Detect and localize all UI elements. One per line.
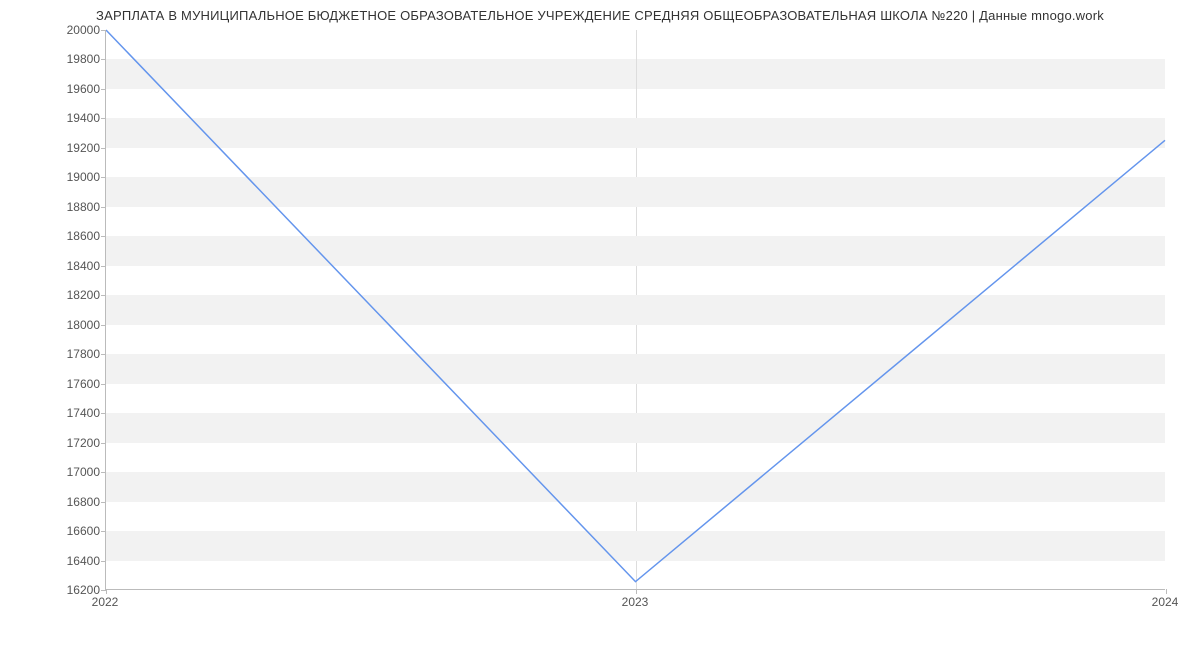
x-tick-label: 2024 (1152, 595, 1179, 609)
data-line (106, 30, 1165, 582)
y-tick (101, 266, 106, 267)
x-tick-label: 2022 (92, 595, 119, 609)
y-tick (101, 531, 106, 532)
y-tick-label: 19200 (40, 141, 100, 155)
y-tick-label: 20000 (40, 23, 100, 37)
y-tick-label: 17800 (40, 347, 100, 361)
x-tick (1166, 589, 1167, 594)
y-tick-label: 16600 (40, 524, 100, 538)
y-tick (101, 89, 106, 90)
y-tick-label: 18600 (40, 229, 100, 243)
y-tick-label: 18000 (40, 318, 100, 332)
line-series (106, 30, 1165, 589)
x-tick (106, 589, 107, 594)
x-tick-label: 2023 (622, 595, 649, 609)
y-tick-label: 16400 (40, 554, 100, 568)
y-tick-label: 18800 (40, 200, 100, 214)
y-tick (101, 295, 106, 296)
y-tick (101, 236, 106, 237)
y-tick-label: 19400 (40, 111, 100, 125)
y-tick-label: 17400 (40, 406, 100, 420)
y-tick-label: 16800 (40, 495, 100, 509)
y-tick (101, 59, 106, 60)
x-tick (636, 589, 637, 594)
y-tick-label: 19800 (40, 52, 100, 66)
y-tick (101, 413, 106, 414)
y-tick-label: 18200 (40, 288, 100, 302)
y-tick (101, 561, 106, 562)
y-tick (101, 30, 106, 31)
y-tick (101, 148, 106, 149)
y-tick (101, 207, 106, 208)
y-tick (101, 443, 106, 444)
y-tick (101, 177, 106, 178)
y-tick (101, 118, 106, 119)
y-tick (101, 325, 106, 326)
chart-container: ЗАРПЛАТА В МУНИЦИПАЛЬНОЕ БЮДЖЕТНОЕ ОБРАЗ… (0, 0, 1200, 650)
y-tick-label: 17200 (40, 436, 100, 450)
y-tick (101, 472, 106, 473)
y-tick-label: 17600 (40, 377, 100, 391)
plot-area (105, 30, 1165, 590)
y-tick (101, 502, 106, 503)
y-tick (101, 354, 106, 355)
y-tick-label: 19600 (40, 82, 100, 96)
y-tick-label: 17000 (40, 465, 100, 479)
chart-title: ЗАРПЛАТА В МУНИЦИПАЛЬНОЕ БЮДЖЕТНОЕ ОБРАЗ… (0, 8, 1200, 23)
y-tick-label: 18400 (40, 259, 100, 273)
y-tick-label: 19000 (40, 170, 100, 184)
y-tick (101, 384, 106, 385)
